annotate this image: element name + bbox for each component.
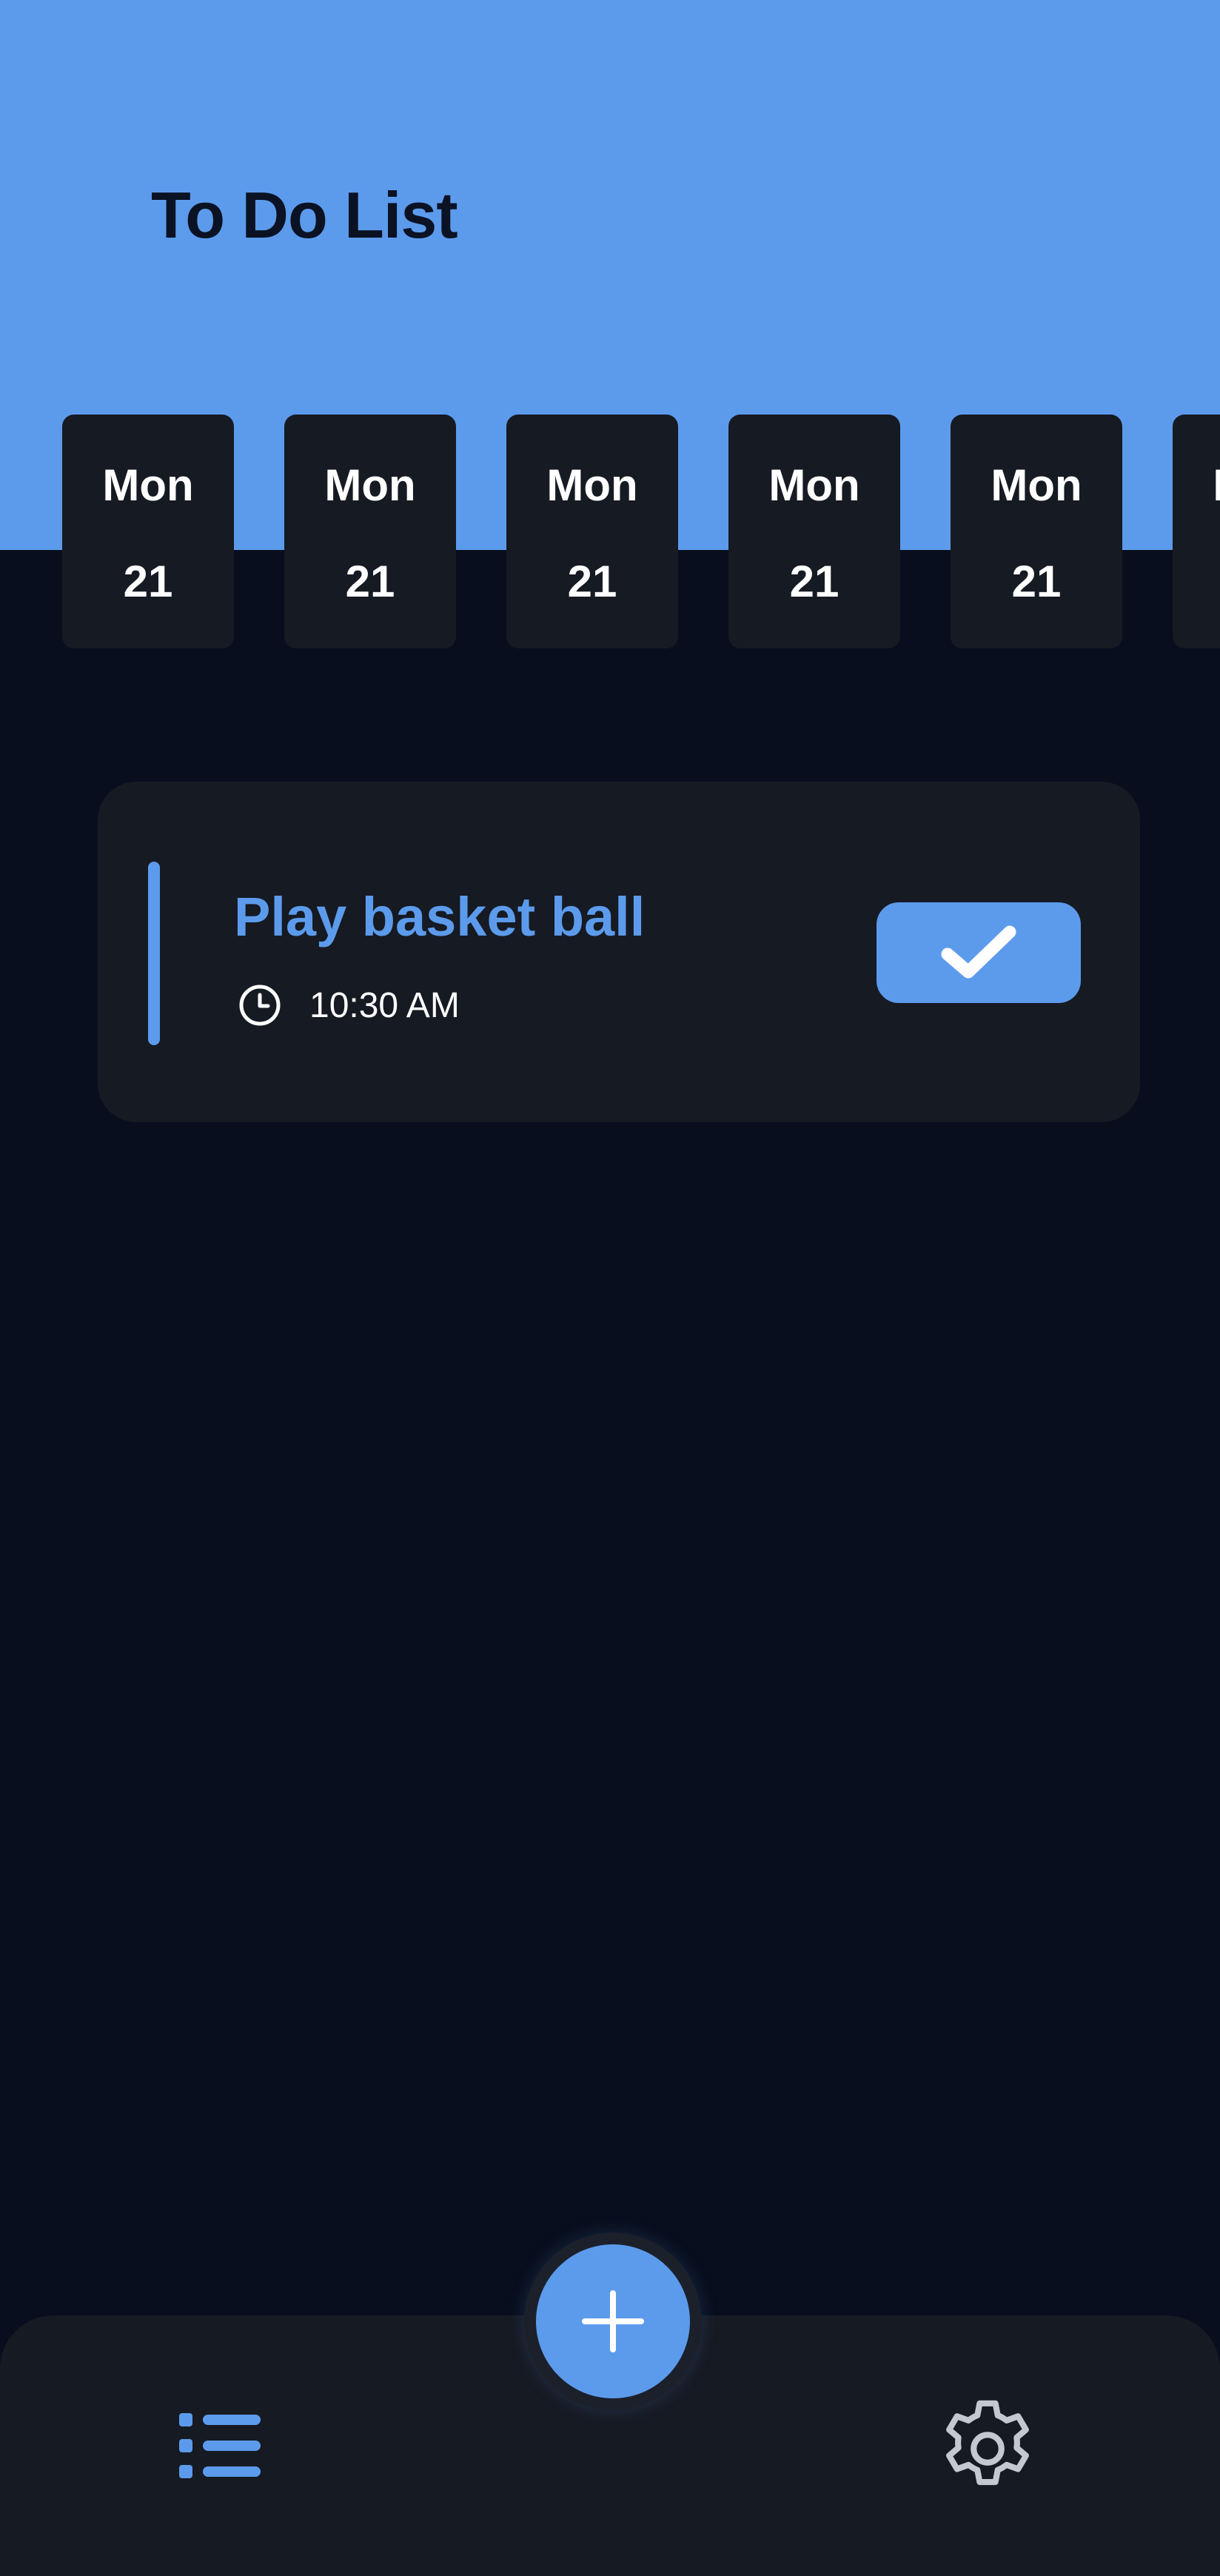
date-day: 21 (1011, 557, 1062, 606)
date-card[interactable]: Mon 21 (951, 415, 1122, 648)
nav-settings-button[interactable] (927, 2388, 1048, 2509)
task-title: Play basket ball (234, 886, 646, 947)
clock-icon (239, 985, 281, 1026)
add-task-button[interactable] (536, 2244, 690, 2398)
date-day: 21 (123, 557, 173, 606)
date-card[interactable]: Mon 21 (284, 415, 456, 648)
date-card[interactable]: Mon 21 (1173, 415, 1220, 648)
complete-task-button[interactable] (877, 902, 1081, 1003)
list-icon (179, 2413, 261, 2478)
nav-tasks-button[interactable] (178, 2407, 264, 2484)
plus-icon (582, 2290, 644, 2352)
date-weekday: Mon (1213, 459, 1220, 512)
task-card[interactable]: Play basket ball 10:30 AM (98, 782, 1140, 1122)
date-card[interactable]: Mon 21 (728, 415, 900, 648)
task-accent-bar (148, 862, 160, 1045)
gear-icon (946, 2400, 1029, 2486)
date-weekday: Mon (991, 460, 1082, 510)
date-day: 21 (789, 557, 839, 606)
checkmark-icon (941, 925, 1016, 979)
date-strip[interactable]: Mon 21 Mon 21 Mon 21 Mon 21 Mon 21 Mon 2… (0, 415, 1220, 648)
task-time-row: 10:30 AM (237, 982, 460, 1029)
date-day: 21 (567, 557, 617, 606)
date-weekday: Mon (324, 460, 416, 510)
date-weekday: Mon (768, 460, 860, 510)
page-title: To Do List (151, 178, 458, 252)
task-time: 10:30 AM (309, 985, 460, 1025)
date-card[interactable]: Mon 21 (506, 415, 678, 648)
date-weekday: Mon (546, 460, 638, 510)
date-weekday: Mon (102, 460, 194, 510)
date-card[interactable]: Mon 21 (62, 415, 234, 648)
app-screen: To Do List Mon 21 Mon 21 Mon 21 Mon 21 M… (0, 0, 1220, 2576)
date-day: 21 (345, 557, 395, 606)
